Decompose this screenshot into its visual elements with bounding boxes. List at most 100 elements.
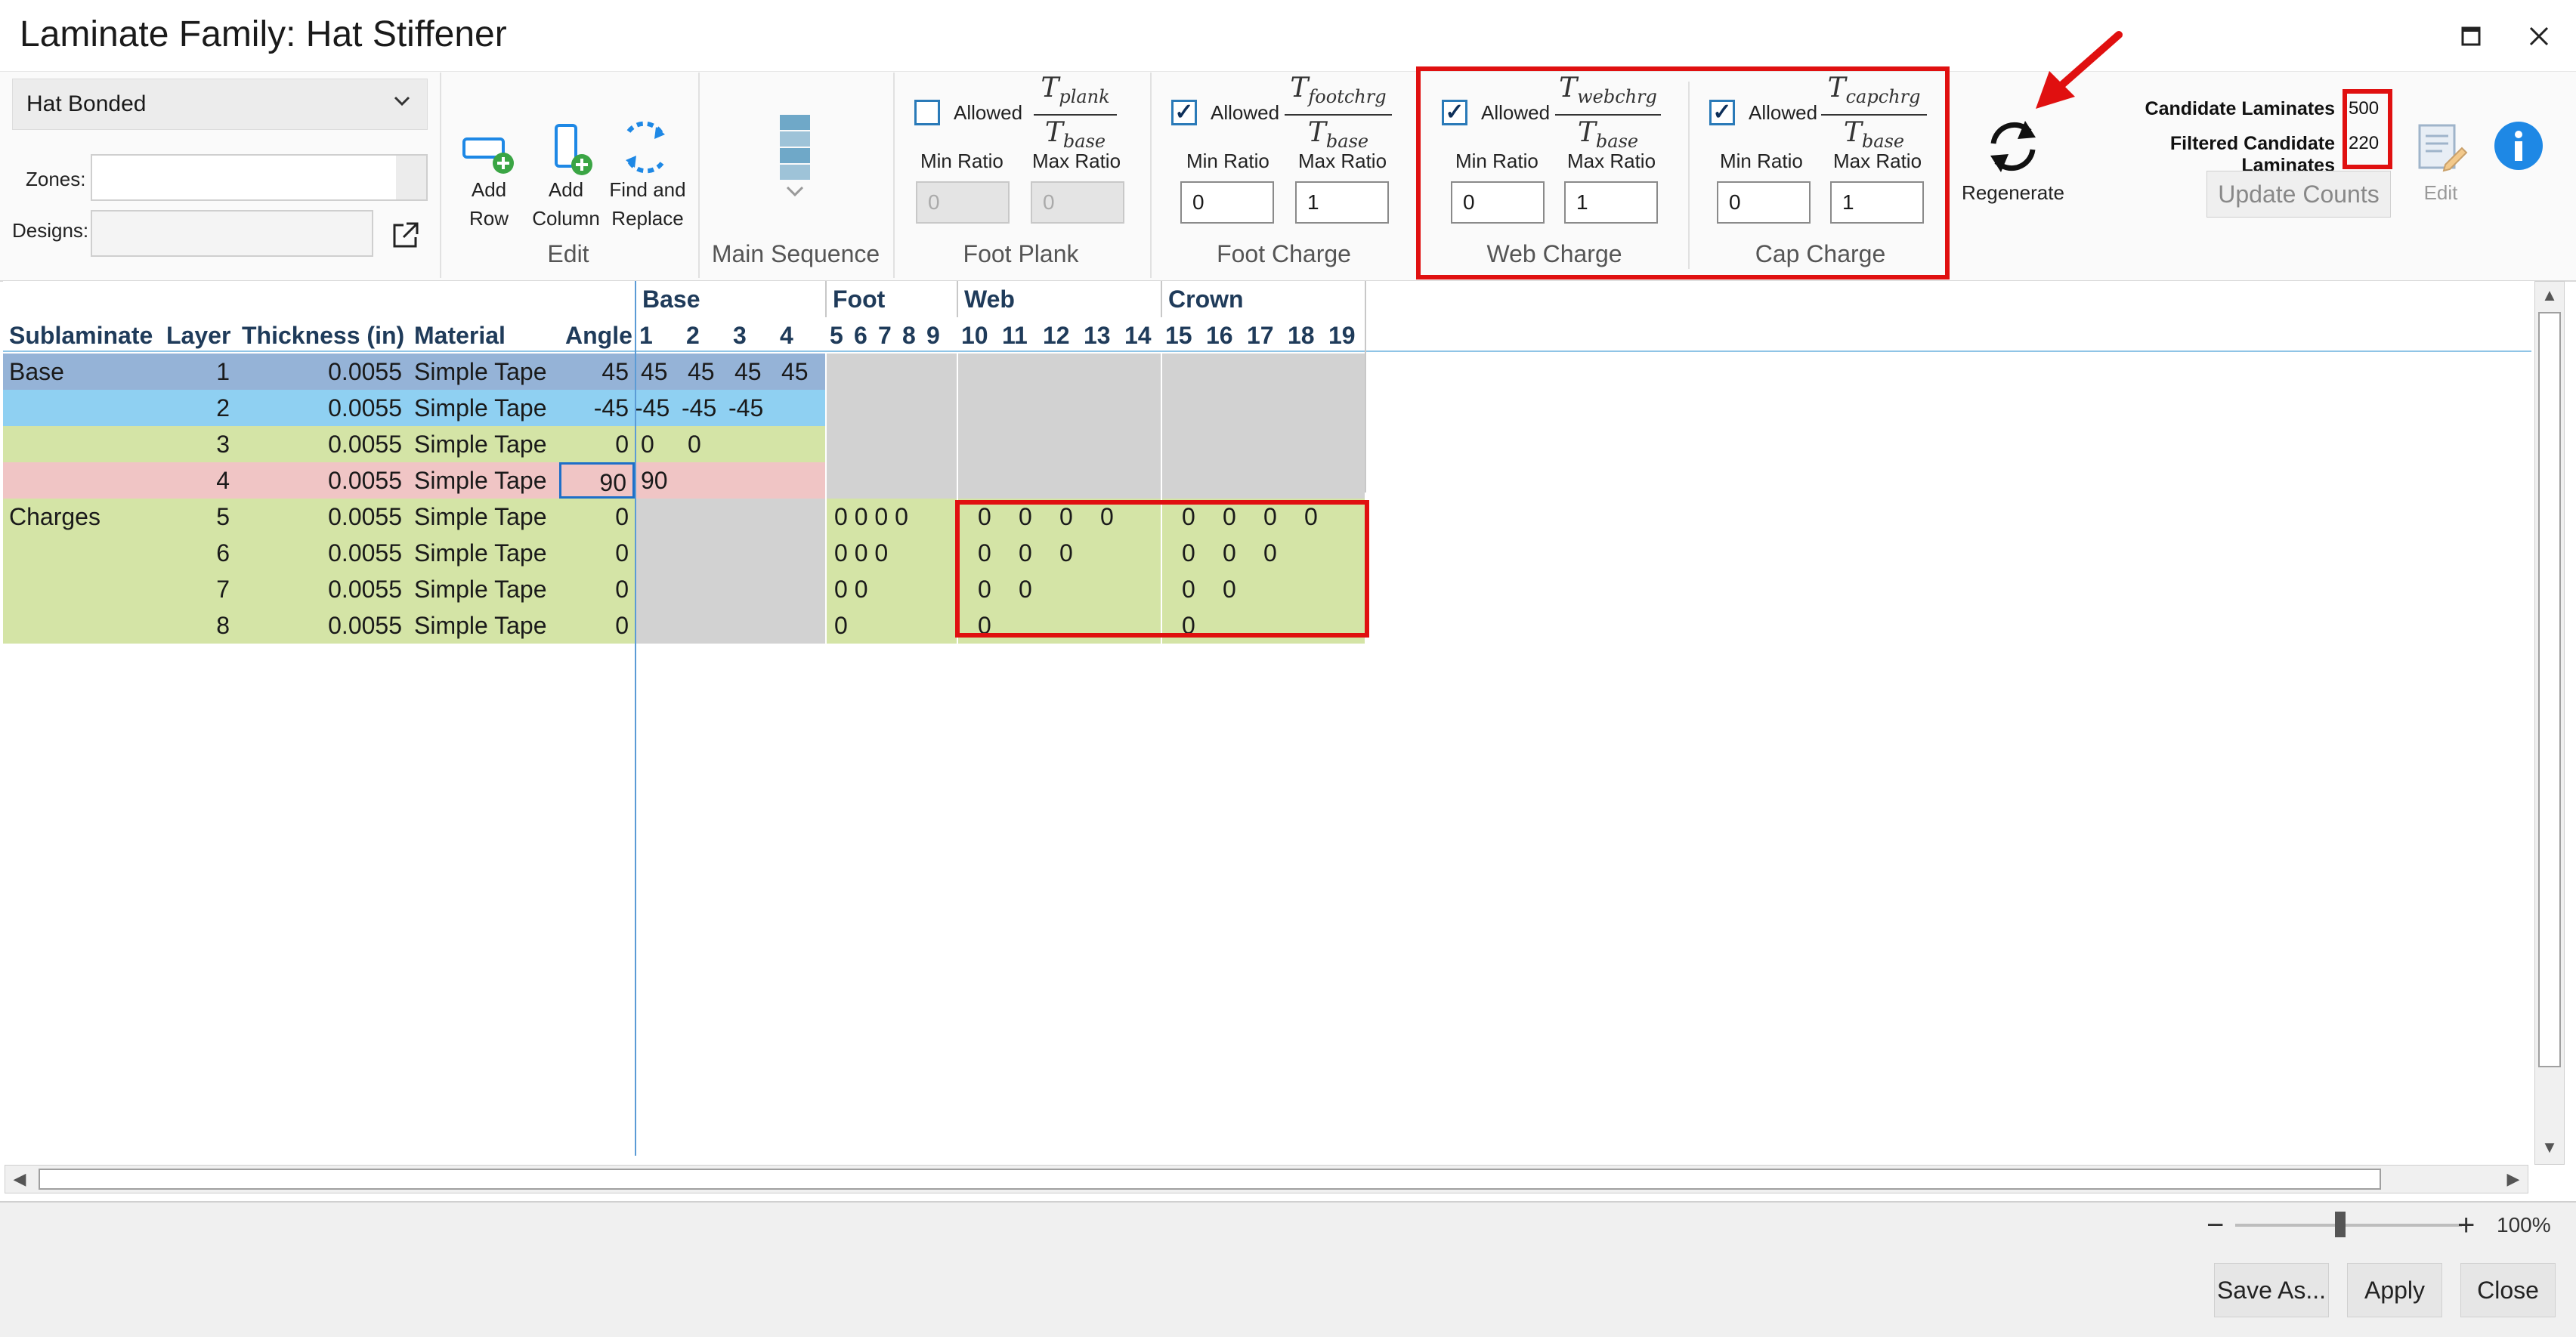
scroll-up-arrow[interactable]: ▲ <box>2535 282 2564 309</box>
edit-document-icon[interactable] <box>2415 121 2468 174</box>
foot-charge-allowed-checkbox[interactable]: ✓ <box>1171 100 1197 125</box>
cell-sublaminate[interactable]: Base <box>3 354 160 390</box>
cell-material[interactable]: Simple Tape <box>408 390 559 426</box>
cell-angle[interactable]: 0 <box>559 607 635 644</box>
cell-thickness[interactable]: 0.0055 <box>236 426 408 462</box>
foot-charge-max-input[interactable]: 1 <box>1295 181 1389 224</box>
cell-foot-block[interactable] <box>827 462 957 499</box>
column-number-header[interactable]: 9 <box>923 317 940 354</box>
regenerate-icon[interactable] <box>1983 113 2043 180</box>
cell-base-block[interactable] <box>635 499 825 535</box>
column-number-header[interactable]: 19 <box>1325 317 1356 354</box>
cell-base-value[interactable]: 45 <box>734 354 777 390</box>
cell-web-block[interactable] <box>958 426 1161 462</box>
horizontal-scroll-thumb[interactable] <box>39 1169 2381 1190</box>
add-row-button[interactable]: Add Row <box>447 175 530 233</box>
column-number-header[interactable]: 2 <box>683 317 700 354</box>
cell-web-block[interactable] <box>958 354 1161 390</box>
cell-foot-block[interactable] <box>827 426 957 462</box>
cell-foot-values[interactable]: 0 0 <box>827 571 957 607</box>
cell-sublaminate[interactable] <box>3 426 160 462</box>
column-number-header[interactable]: 15 <box>1162 317 1192 354</box>
cell-crown-block[interactable] <box>1162 354 1365 390</box>
cell-layer[interactable]: 4 <box>160 462 236 499</box>
zoom-in-button[interactable]: + <box>2457 1209 2475 1243</box>
scroll-left-arrow[interactable]: ◀ <box>5 1166 34 1193</box>
column-header-sublaminate[interactable]: Sublaminate <box>3 317 153 354</box>
column-header-thickness[interactable]: Thickness (in) <box>236 317 404 354</box>
cell-sublaminate[interactable]: Charges <box>3 499 160 535</box>
cell-base-value[interactable]: 0 <box>688 426 730 462</box>
cell-base-value[interactable]: -45 <box>635 390 677 426</box>
save-as-button[interactable]: Save As... <box>2214 1263 2329 1317</box>
cell-base-block[interactable] <box>635 607 825 644</box>
cell-angle[interactable]: 0 <box>559 571 635 607</box>
cell-thickness[interactable]: 0.0055 <box>236 607 408 644</box>
cell-layer[interactable]: 1 <box>160 354 236 390</box>
family-select[interactable]: Hat Bonded <box>12 79 428 130</box>
main-sequence-icon[interactable] <box>777 115 813 202</box>
close-button[interactable]: Close <box>2460 1263 2556 1317</box>
cell-angle[interactable]: 0 <box>559 426 635 462</box>
column-number-header[interactable]: 14 <box>1121 317 1152 354</box>
find-replace-icon[interactable] <box>615 121 676 177</box>
cell-angle[interactable]: 0 <box>559 535 635 571</box>
cell-sublaminate[interactable] <box>3 390 160 426</box>
cell-crown-block[interactable] <box>1162 426 1365 462</box>
zoom-slider-track[interactable] <box>2235 1224 2462 1227</box>
zones-input[interactable] <box>91 154 428 201</box>
close-window-icon[interactable] <box>2516 15 2562 57</box>
scroll-right-arrow[interactable]: ▶ <box>2499 1166 2528 1193</box>
cell-crown-block[interactable] <box>1162 390 1365 426</box>
maximize-icon[interactable] <box>2448 15 2494 57</box>
find-replace-button[interactable]: Find and Replace <box>598 175 697 233</box>
cell-material[interactable]: Simple Tape <box>408 499 559 535</box>
cell-thickness[interactable]: 0.0055 <box>236 535 408 571</box>
column-number-header[interactable]: 18 <box>1285 317 1315 354</box>
cell-base-value[interactable]: -45 <box>682 390 724 426</box>
cell-crown-block[interactable] <box>1162 462 1365 499</box>
cell-material[interactable]: Simple Tape <box>408 354 559 390</box>
cell-angle[interactable]: 0 <box>559 499 635 535</box>
column-number-header[interactable]: 4 <box>777 317 793 354</box>
column-header-material[interactable]: Material <box>408 317 506 354</box>
cell-angle[interactable]: 45 <box>559 354 635 390</box>
cell-layer[interactable]: 8 <box>160 607 236 644</box>
cell-material[interactable]: Simple Tape <box>408 571 559 607</box>
cell-thickness[interactable]: 0.0055 <box>236 462 408 499</box>
cell-base-value[interactable]: 45 <box>781 354 824 390</box>
column-number-header[interactable]: 10 <box>958 317 988 354</box>
cell-sublaminate[interactable] <box>3 535 160 571</box>
cell-layer[interactable]: 6 <box>160 535 236 571</box>
foot-plank-min-input[interactable]: 0 <box>916 181 1010 224</box>
cell-sublaminate[interactable] <box>3 571 160 607</box>
cell-material[interactable]: Simple Tape <box>408 462 559 499</box>
cell-web-block[interactable] <box>958 390 1161 426</box>
column-number-header[interactable]: 7 <box>875 317 892 354</box>
open-external-icon[interactable] <box>388 219 422 252</box>
column-header-angle[interactable]: Angle <box>559 317 632 354</box>
cell-foot-values[interactable]: 0 <box>827 607 957 644</box>
cell-material[interactable]: Simple Tape <box>408 607 559 644</box>
cell-sublaminate[interactable] <box>3 462 160 499</box>
cell-foot-block[interactable] <box>827 354 957 390</box>
cell-foot-block[interactable] <box>827 390 957 426</box>
foot-charge-min-input[interactable]: 0 <box>1180 181 1274 224</box>
add-row-icon[interactable] <box>461 127 517 180</box>
cell-thickness[interactable]: 0.0055 <box>236 390 408 426</box>
cell-material[interactable]: Simple Tape <box>408 535 559 571</box>
cell-base-value[interactable]: 90 <box>641 462 683 499</box>
cell-layer[interactable]: 5 <box>160 499 236 535</box>
column-number-header[interactable]: 3 <box>730 317 747 354</box>
zoom-slider-thumb[interactable] <box>2335 1212 2346 1237</box>
foot-plank-allowed-checkbox[interactable] <box>914 100 940 125</box>
column-number-header[interactable]: 17 <box>1244 317 1274 354</box>
zones-input-button[interactable] <box>396 156 426 199</box>
cell-base-block[interactable] <box>635 535 825 571</box>
cell-thickness[interactable]: 0.0055 <box>236 571 408 607</box>
cell-web-block[interactable] <box>958 462 1161 499</box>
cell-base-value[interactable]: 0 <box>641 426 683 462</box>
vertical-scroll-thumb[interactable] <box>2538 312 2561 1067</box>
designs-input[interactable] <box>91 210 373 257</box>
apply-button[interactable]: Apply <box>2347 1263 2442 1317</box>
